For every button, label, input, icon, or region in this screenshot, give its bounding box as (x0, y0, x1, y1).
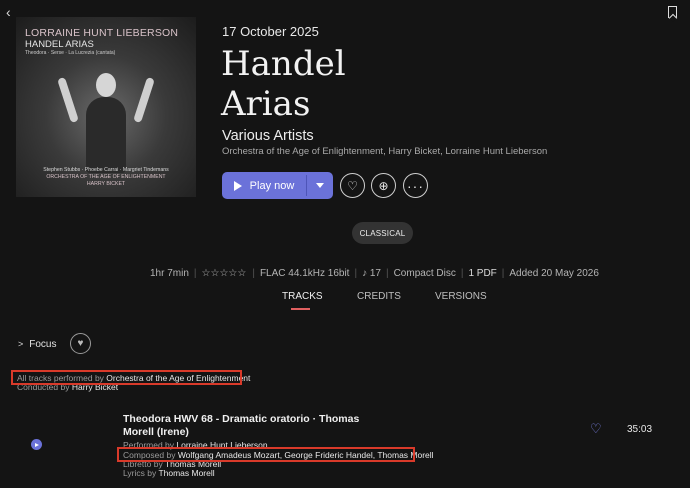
bookmark-icon[interactable] (668, 6, 677, 18)
add-circle-icon: ⊕ (378, 178, 389, 193)
media-format: Compact Disc (393, 268, 456, 279)
play-icon (233, 180, 242, 191)
cover-credits-line3: HARRY BICKET (86, 181, 126, 187)
add-to-playlist-button[interactable]: ⊕ (371, 173, 396, 198)
heart-icon: ♡ (347, 178, 358, 193)
focus-favorite-button[interactable]: ♥ (70, 333, 91, 354)
play-now-button[interactable]: Play now (222, 172, 306, 199)
tab-versions[interactable]: VERSIONS (435, 291, 487, 302)
highlight-box (11, 370, 242, 385)
favorite-button[interactable]: ♡ (340, 173, 365, 198)
highlight-box (117, 447, 415, 462)
cover-credits-line2: ORCHESTRA OF THE AGE OF ENLIGHTENMENT (46, 174, 166, 180)
pdf-booklet[interactable]: 1 PDF (468, 268, 496, 279)
chevron-left-icon[interactable]: ‹ (6, 5, 11, 19)
cover-title: HANDEL ARIAS (25, 39, 94, 50)
cover-artist: LORRAINE HUNT LIEBERSON (25, 27, 179, 39)
album-title-line1: Handel (221, 44, 346, 84)
track-count: 17 (369, 268, 381, 279)
play-now-label: Play now (249, 179, 295, 192)
track-lyrics-line: Lyrics by Thomas Morell (123, 468, 215, 478)
focus-row: > Focus ♥ (18, 333, 91, 355)
track-title[interactable]: Theodora HWV 68 - Dramatic oratorio · Th… (123, 413, 393, 439)
track-duration: 35:03 (627, 424, 653, 435)
play-now-button-group: Play now (222, 172, 333, 199)
cover-subtitle: Theodora · Serse · La Lucrezia (cantata) (25, 50, 116, 56)
track-play-button[interactable] (31, 439, 42, 450)
album-title: Handel Arias (221, 44, 346, 124)
album-cover: LORRAINE HUNT LIEBERSON HANDEL ARIAS The… (16, 17, 196, 197)
release-date: 17 October 2025 (222, 24, 319, 39)
album-title-line2: Arias (221, 84, 311, 124)
album-duration: 1hr 7min (150, 268, 189, 279)
chevron-right-icon[interactable]: > (18, 339, 23, 349)
date-added: Added 20 May 2026 (509, 268, 599, 279)
rating-stars[interactable]: ☆☆☆☆☆ (202, 268, 247, 279)
focus-label[interactable]: Focus (29, 339, 56, 350)
tab-credits[interactable]: CREDITS (357, 291, 401, 302)
more-dots-icon: ··· (407, 177, 424, 194)
track-favorite-heart-icon[interactable]: ♡ (590, 421, 602, 437)
album-meta-row: 1hr 7min | ☆☆☆☆☆ | FLAC 44.1kHz 16bit | ♪ 17 | C… (150, 268, 599, 279)
audio-quality: FLAC 44.1kHz 16bit (259, 268, 350, 279)
chevron-down-icon (316, 183, 324, 188)
cover-portrait (57, 73, 155, 173)
heart-icon: ♥ (77, 338, 84, 349)
album-performers: Orchestra of the Age of Enlightenment, H… (222, 146, 548, 157)
album-artist[interactable]: Various Artists (222, 128, 314, 144)
tab-tracks[interactable]: TRACKS (282, 291, 323, 310)
track-count-icon: ♪ (362, 268, 370, 279)
cover-credits-line1: Stephen Stubbs · Phoebe Carrai · Margrie… (43, 167, 169, 173)
track-lyrics-link[interactable]: Thomas Morell (158, 468, 214, 478)
genre-badge[interactable]: CLASSICAL (352, 222, 413, 244)
play-icon (35, 442, 39, 447)
more-options-button[interactable]: ··· (403, 173, 428, 198)
track-lyrics-prefix: Lyrics by (123, 468, 159, 478)
play-options-dropdown[interactable] (307, 172, 333, 199)
